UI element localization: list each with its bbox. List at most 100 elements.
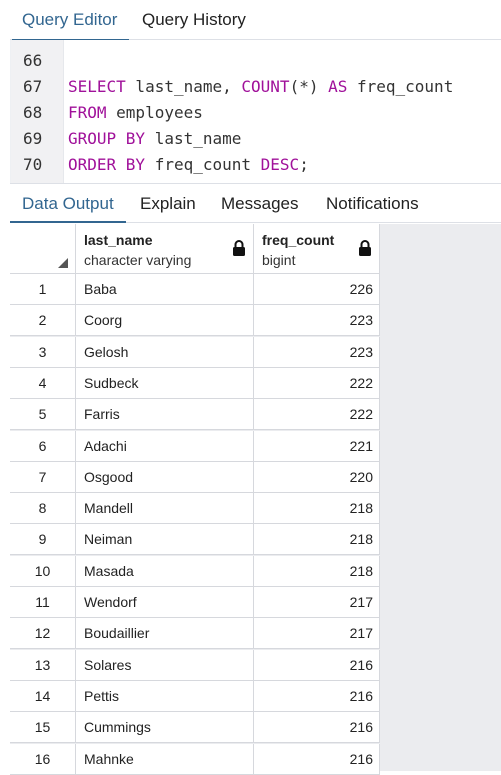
sort-corner-icon [58, 258, 68, 268]
tab-messages[interactable]: Messages [221, 184, 298, 222]
sql-keyword: ORDER BY [68, 155, 146, 174]
row-number-cell[interactable]: 14 [10, 680, 76, 712]
row-number-cell[interactable]: 6 [10, 430, 76, 462]
line-number: 68 [23, 103, 43, 122]
last-name-cell[interactable]: Masada [76, 555, 254, 587]
row-number-cell[interactable]: 10 [10, 555, 76, 587]
freq-count-cell[interactable]: 218 [254, 493, 380, 525]
row-number-cell[interactable]: 5 [10, 399, 76, 431]
freq-count-cell[interactable]: 223 [254, 336, 380, 368]
row-number-cell[interactable]: 2 [10, 305, 76, 337]
tab-explain[interactable]: Explain [140, 184, 196, 222]
last-name-cell[interactable]: Sudbeck [76, 367, 254, 399]
row-number-header[interactable] [10, 224, 76, 274]
data-output-grid: last_name character varying freq_count b… [10, 224, 501, 775]
last-name-cell[interactable]: Mandell [76, 493, 254, 525]
last-name-cell[interactable]: Coorg [76, 305, 254, 337]
row-number-cell[interactable]: 16 [10, 743, 76, 775]
last-name-cell[interactable]: Adachi [76, 430, 254, 462]
row-number-cell[interactable]: 1 [10, 274, 76, 305]
sql-keyword: COUNT [241, 77, 290, 96]
table-row[interactable]: 13 Solares 216 [10, 649, 380, 681]
sql-text: last_name, [125, 77, 242, 96]
last-name-cell[interactable]: Cummings [76, 712, 254, 744]
column-header-last-name[interactable]: last_name character varying [76, 224, 254, 274]
freq-count-cell[interactable]: 222 [254, 367, 380, 399]
tab-query-editor[interactable]: Query Editor [11, 0, 130, 41]
sql-keyword: AS [328, 77, 348, 96]
sql-editor[interactable]: 66 67 68 69 70 SELECT last_name, COUNT(*) AS… [10, 40, 501, 183]
sql-text: freq_count [145, 155, 261, 174]
table-row[interactable]: 11 Wendorf 217 [10, 587, 380, 618]
table-row[interactable]: 1 Baba 226 [10, 274, 380, 305]
freq-count-cell[interactable]: 220 [254, 461, 380, 493]
last-name-cell[interactable]: Boudaillier [76, 618, 254, 650]
column-name: last_name [84, 232, 153, 248]
tab-data-output[interactable]: Data Output [10, 184, 126, 223]
sql-text: ; [299, 155, 309, 174]
sql-keyword: FROM [68, 103, 107, 122]
line-number: 70 [23, 155, 43, 174]
line-number-gutter: 66 67 68 69 70 [11, 40, 64, 183]
row-number-cell[interactable]: 15 [10, 712, 76, 744]
last-name-cell[interactable]: Wendorf [76, 587, 254, 618]
table-row[interactable]: 3 Gelosh 223 [10, 336, 380, 368]
editor-tabbar: Query Editor Query History [10, 0, 501, 41]
row-number-cell[interactable]: 13 [10, 649, 76, 681]
freq-count-cell[interactable]: 218 [254, 524, 380, 556]
freq-count-cell[interactable]: 223 [254, 305, 380, 337]
table-row[interactable]: 5 Farris 222 [10, 399, 380, 431]
row-number-cell[interactable]: 8 [10, 493, 76, 525]
row-number-cell[interactable]: 12 [10, 618, 76, 650]
freq-count-cell[interactable]: 216 [254, 712, 380, 744]
table-row[interactable]: 8 Mandell 218 [10, 493, 380, 525]
table-row[interactable]: 9 Neiman 218 [10, 524, 380, 556]
tab-query-history[interactable]: Query History [142, 0, 246, 40]
tab-notifications[interactable]: Notifications [326, 184, 419, 222]
column-name: freq_count [262, 232, 335, 248]
last-name-cell[interactable]: Farris [76, 399, 254, 431]
line-number: 67 [23, 77, 43, 96]
freq-count-cell[interactable]: 216 [254, 743, 380, 775]
table-row[interactable]: 14 Pettis 216 [10, 680, 380, 712]
table-row[interactable]: 7 Osgood 220 [10, 461, 380, 493]
last-name-cell[interactable]: Baba [76, 274, 254, 305]
last-name-cell[interactable]: Neiman [76, 524, 254, 556]
code-line: FROM employees [68, 103, 203, 122]
table-row[interactable]: 2 Coorg 223 [10, 305, 380, 337]
freq-count-cell[interactable]: 217 [254, 587, 380, 618]
table-row[interactable]: 6 Adachi 221 [10, 430, 380, 462]
table-row[interactable]: 15 Cummings 216 [10, 712, 380, 744]
freq-count-cell[interactable]: 216 [254, 649, 380, 681]
freq-count-cell[interactable]: 226 [254, 274, 380, 305]
table-row[interactable]: 16 Mahnke 216 [10, 743, 380, 775]
column-type: character varying [84, 252, 192, 268]
lock-icon [359, 240, 371, 256]
sql-text: last_name [145, 129, 242, 148]
sql-text: (*) [289, 77, 329, 96]
last-name-cell[interactable]: Mahnke [76, 743, 254, 775]
lock-icon [233, 240, 245, 256]
freq-count-cell[interactable]: 221 [254, 430, 380, 462]
column-header-freq-count[interactable]: freq_count bigint [254, 224, 380, 274]
freq-count-cell[interactable]: 216 [254, 680, 380, 712]
last-name-cell[interactable]: Gelosh [76, 336, 254, 368]
sql-keyword: GROUP BY [68, 129, 146, 148]
table-row[interactable]: 10 Masada 218 [10, 555, 380, 587]
column-type: bigint [262, 252, 296, 268]
freq-count-cell[interactable]: 218 [254, 555, 380, 587]
row-number-cell[interactable]: 9 [10, 524, 76, 556]
table-row[interactable]: 12 Boudaillier 217 [10, 618, 380, 650]
line-number: 66 [23, 51, 43, 70]
freq-count-cell[interactable]: 222 [254, 399, 380, 431]
last-name-cell[interactable]: Osgood [76, 461, 254, 493]
last-name-cell[interactable]: Pettis [76, 680, 254, 712]
last-name-cell[interactable]: Solares [76, 649, 254, 681]
row-number-cell[interactable]: 3 [10, 336, 76, 368]
code-line: GROUP BY last_name [68, 129, 241, 148]
row-number-cell[interactable]: 11 [10, 587, 76, 618]
table-row[interactable]: 4 Sudbeck 222 [10, 367, 380, 399]
freq-count-cell[interactable]: 217 [254, 618, 380, 650]
row-number-cell[interactable]: 4 [10, 367, 76, 399]
row-number-cell[interactable]: 7 [10, 461, 76, 493]
